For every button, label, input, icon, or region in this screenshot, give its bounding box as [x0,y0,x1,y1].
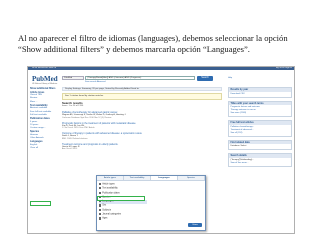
checkbox-icon[interactable] [99,208,102,211]
right-sidebar: Results by year Download CSV Titles with… [228,87,292,233]
checkbox-icon[interactable] [99,217,102,220]
checkbox-icon[interactable] [99,213,102,216]
checkbox-icon[interactable] [99,187,102,190]
filter-option[interactable]: Ages [99,217,147,221]
pubmed-screenshot: NCBI Resources How To My NCBI Sign In Pu… [27,66,295,234]
box-link[interactable]: Search See more... [231,162,290,165]
left-filters: Show additional filters Article types Cl… [30,87,58,233]
popup-tab[interactable]: Species [178,176,205,180]
result-item: Palliative chemotherapy for advanced gas… [62,111,222,119]
box-link[interactable]: Download CSV [231,93,290,96]
instruction-text: Al no aparecer el filtro de idiomas (lan… [18,33,288,54]
ncbi-topbar: NCBI Resources How To My NCBI Sign In [28,67,294,70]
search-input[interactable]: (Therapy/Broad[filter]) AND (Outcome) AN… [85,76,195,80]
filter-options-list: Article types Text availability Publicat… [99,183,147,222]
search-button[interactable]: Search [197,76,213,81]
checkbox-icon[interactable] [99,183,102,186]
topbar-account[interactable]: My NCBI Sign In [276,67,292,70]
logo-subtitle: US National Library of Medicine [32,83,58,85]
search-details-box: Search details ("therapy"[Subheading]...… [228,153,292,167]
help-link[interactable]: Help [228,77,232,80]
highlight-show-additional-filters [30,201,51,206]
logo-text: PubMed [32,75,58,83]
results-by-year-box: Results by year Download CSV [228,87,292,98]
display-settings-bar[interactable]: Display Settings: Summary, 20 per page, … [62,87,222,91]
result-source: Ann Oncol. 2009. [62,148,78,151]
database-select[interactable]: PubMed [62,76,84,80]
related-data-box: Find related data Database: Select [228,139,292,151]
show-button[interactable]: Show [188,223,202,227]
database-dropdown[interactable]: Database: Select [231,145,290,148]
result-item: Treatment outcome and prognosis in elder… [62,143,222,151]
free-full-text-box: Free full text articles Palliative chemo… [228,120,292,137]
result-source: BMJ. 2009. Related citations [62,137,88,140]
citation-notice[interactable]: See 1 citation found by citation matcher [62,93,222,100]
result-item: Outcome of therapy in patients with adva… [62,132,222,140]
checkbox-icon[interactable] [99,204,102,207]
popup-tabs: Article types Text availability Language… [97,176,205,181]
clear-all-link[interactable]: Clear all [30,147,58,151]
popup-tab[interactable]: Article types [97,176,124,180]
box-link[interactable]: See all (224) [231,132,290,135]
topbar-links[interactable]: NCBI Resources How To [32,67,56,70]
save-search-link[interactable]: Save search Advanced [85,81,105,84]
results-count: Items: 1 to 20 of 1356 [62,105,84,108]
result-item: Prognostic factors in the treatment of p… [62,122,222,130]
highlight-languages-option [97,196,145,201]
box-link[interactable]: See more (2148) [231,112,290,115]
additional-filters-popup: Article types Text availability Language… [96,175,206,231]
popup-tab[interactable]: Text availability [124,176,151,180]
titles-box: Titles with your search terms Prognostic… [228,100,292,118]
result-source: Cochrane Database Syst Rev. 2010 Mar 17;… [62,116,112,119]
popup-tab[interactable]: Languages [151,176,178,180]
pubmed-logo[interactable]: PubMed US National Library of Medicine [32,75,58,85]
checkbox-icon[interactable] [99,191,102,194]
result-source: J Clin Oncol. 2010. Free PMC Article [62,127,95,130]
